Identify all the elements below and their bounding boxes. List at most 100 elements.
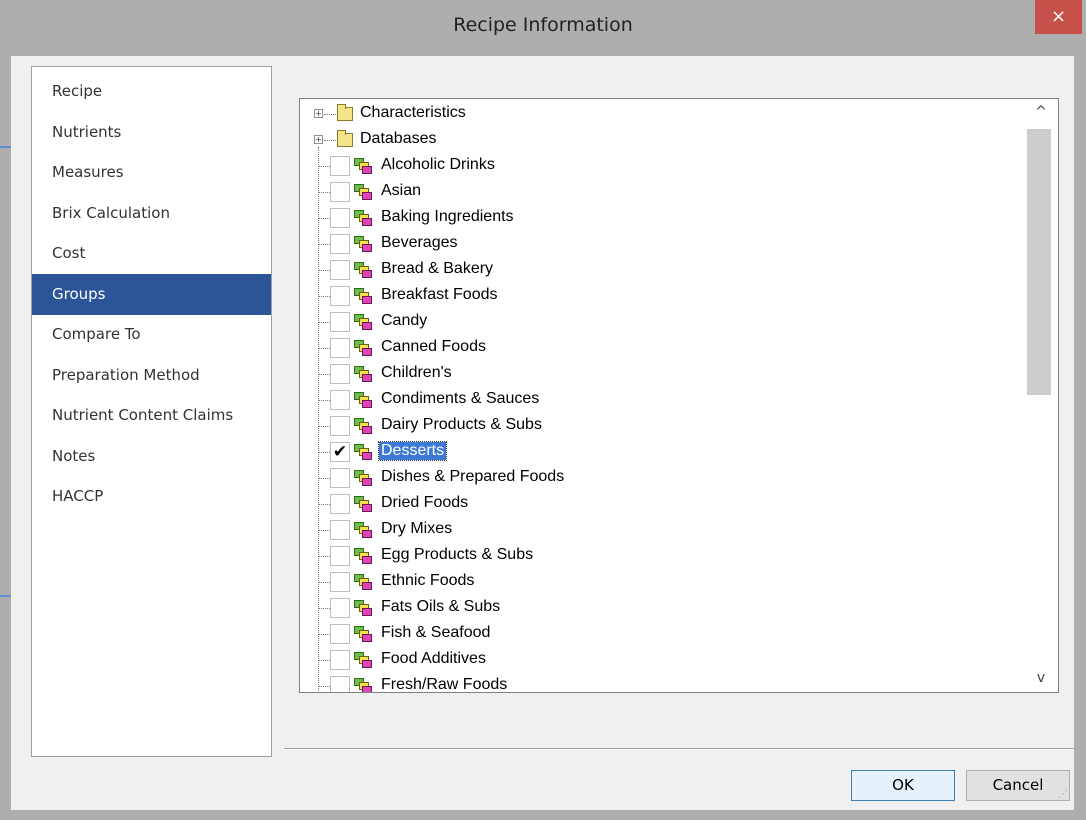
group-checkbox[interactable] xyxy=(330,572,350,592)
scroll-up-icon[interactable]: ^ xyxy=(1023,99,1058,125)
expand-icon[interactable]: + xyxy=(314,109,323,118)
group-label[interactable]: Dried Foods xyxy=(379,494,470,512)
title-bar[interactable]: Recipe Information × xyxy=(0,0,1086,56)
tree-connector-line xyxy=(319,400,330,401)
tree-connector-line xyxy=(319,192,330,193)
tree-group-row[interactable]: Dried Foods xyxy=(300,491,1020,517)
group-label[interactable]: Egg Products & Subs xyxy=(379,546,535,564)
vertical-scrollbar[interactable]: ^ v xyxy=(1023,99,1058,692)
tree-group-row[interactable]: Baking Ingredients xyxy=(300,205,1020,231)
tree-group-row[interactable]: Candy xyxy=(300,309,1020,335)
group-checkbox[interactable] xyxy=(330,286,350,306)
cancel-button[interactable]: Cancel xyxy=(966,770,1070,801)
group-checkbox[interactable] xyxy=(330,338,350,358)
tree-group-row[interactable]: Dry Mixes xyxy=(300,517,1020,543)
group-icon xyxy=(354,496,372,512)
tree-group-row[interactable]: Egg Products & Subs xyxy=(300,543,1020,569)
group-checkbox[interactable] xyxy=(330,390,350,410)
group-label[interactable]: Canned Foods xyxy=(379,338,488,356)
tree-group-row[interactable]: Food Additives xyxy=(300,647,1020,673)
group-checkbox[interactable] xyxy=(330,676,350,692)
group-label[interactable]: Food Additives xyxy=(379,650,488,668)
group-label[interactable]: Beverages xyxy=(379,234,460,252)
group-label[interactable]: Condiments & Sauces xyxy=(379,390,541,408)
group-checkbox[interactable] xyxy=(330,494,350,514)
nav-item-cost[interactable]: Cost xyxy=(32,233,271,274)
nav-item-measures[interactable]: Measures xyxy=(32,152,271,193)
tree-connector-line xyxy=(319,582,330,583)
nav-item-brix-calculation[interactable]: Brix Calculation xyxy=(32,193,271,234)
nav-item-notes[interactable]: Notes xyxy=(32,436,271,477)
group-label[interactable]: Alcoholic Drinks xyxy=(379,156,497,174)
close-button[interactable]: × xyxy=(1035,0,1082,34)
nav-item-nutrients[interactable]: Nutrients xyxy=(32,112,271,153)
group-checkbox[interactable] xyxy=(330,650,350,670)
ok-button[interactable]: OK xyxy=(851,770,955,801)
group-checkbox[interactable] xyxy=(330,520,350,540)
group-label[interactable]: Desserts xyxy=(377,441,448,461)
tree-folder-row[interactable]: + Databases xyxy=(300,127,1020,153)
group-label[interactable]: Candy xyxy=(379,312,429,330)
group-checkbox[interactable] xyxy=(330,624,350,644)
group-checkbox[interactable] xyxy=(330,234,350,254)
tree-group-row[interactable]: Dishes & Prepared Foods xyxy=(300,465,1020,491)
group-label[interactable]: Baking Ingredients xyxy=(379,208,516,226)
group-label[interactable]: Fish & Seafood xyxy=(379,624,492,642)
tree-group-row[interactable]: Canned Foods xyxy=(300,335,1020,361)
tree-group-row[interactable]: ✔ Desserts xyxy=(300,439,1020,465)
tree-folder-row[interactable]: + Characteristics xyxy=(300,101,1020,127)
tree-group-row[interactable]: Bread & Bakery xyxy=(300,257,1020,283)
groups-tree[interactable]: Alcoholic Drinks Asian Baking Ingredients B… xyxy=(299,98,1059,693)
tree-connector-line xyxy=(319,166,330,167)
tree-folder-label[interactable]: Databases xyxy=(360,130,437,148)
nav-item-compare-to[interactable]: Compare To xyxy=(32,314,271,355)
group-checkbox[interactable] xyxy=(330,416,350,436)
tree-group-row[interactable]: Fish & Seafood xyxy=(300,621,1020,647)
nav-item-groups[interactable]: Groups xyxy=(32,273,271,315)
group-checkbox[interactable] xyxy=(330,260,350,280)
group-checkbox[interactable] xyxy=(330,312,350,332)
nav-item-recipe[interactable]: Recipe xyxy=(32,71,271,112)
group-checkbox[interactable] xyxy=(330,546,350,566)
group-label[interactable]: Bread & Bakery xyxy=(379,260,495,278)
tree-group-row[interactable]: Beverages xyxy=(300,231,1020,257)
group-label[interactable]: Asian xyxy=(379,182,423,200)
tree-group-row[interactable]: Ethnic Foods xyxy=(300,569,1020,595)
nav-item-preparation-method[interactable]: Preparation Method xyxy=(32,355,271,396)
group-checkbox[interactable] xyxy=(330,156,350,176)
expand-icon[interactable]: + xyxy=(314,135,323,144)
group-label[interactable]: Fats Oils & Subs xyxy=(379,598,502,616)
tree-group-row[interactable]: Dairy Products & Subs xyxy=(300,413,1020,439)
group-checkbox[interactable] xyxy=(330,208,350,228)
tree-group-row[interactable]: Fresh/Raw Foods xyxy=(300,673,1020,692)
category-nav: Recipe Nutrients Measures Brix Calculation C… xyxy=(31,66,272,757)
group-icon xyxy=(354,548,372,564)
group-checkbox[interactable]: ✔ xyxy=(330,442,350,462)
nav-item-haccp[interactable]: HACCP xyxy=(32,476,271,517)
group-checkbox[interactable] xyxy=(330,468,350,488)
group-label[interactable]: Dishes & Prepared Foods xyxy=(379,468,566,486)
group-label[interactable]: Dairy Products & Subs xyxy=(379,416,544,434)
resize-grip-icon[interactable]: ⋰ xyxy=(1058,790,1070,804)
group-checkbox[interactable] xyxy=(330,598,350,618)
group-label[interactable]: Breakfast Foods xyxy=(379,286,500,304)
tree-connector-line xyxy=(324,140,336,141)
nav-item-nutrient-content-claims[interactable]: Nutrient Content Claims xyxy=(32,395,271,436)
tree-group-row[interactable]: Fats Oils & Subs xyxy=(300,595,1020,621)
tree-group-row[interactable]: Children's xyxy=(300,361,1020,387)
group-checkbox[interactable] xyxy=(330,182,350,202)
scroll-thumb[interactable] xyxy=(1027,129,1051,395)
group-checkbox[interactable] xyxy=(330,364,350,384)
tree-group-row[interactable]: Condiments & Sauces xyxy=(300,387,1020,413)
group-label[interactable]: Dry Mixes xyxy=(379,520,454,538)
tree-group-row[interactable]: Asian xyxy=(300,179,1020,205)
scroll-down-icon[interactable]: v xyxy=(1023,665,1058,691)
tree-group-row[interactable]: Breakfast Foods xyxy=(300,283,1020,309)
group-icon xyxy=(354,470,372,486)
tree-connector-line xyxy=(319,374,330,375)
tree-folder-label[interactable]: Characteristics xyxy=(360,104,466,122)
group-label[interactable]: Children's xyxy=(379,364,454,382)
group-label[interactable]: Ethnic Foods xyxy=(379,572,476,590)
tree-group-row[interactable]: Alcoholic Drinks xyxy=(300,153,1020,179)
group-label[interactable]: Fresh/Raw Foods xyxy=(379,676,509,692)
